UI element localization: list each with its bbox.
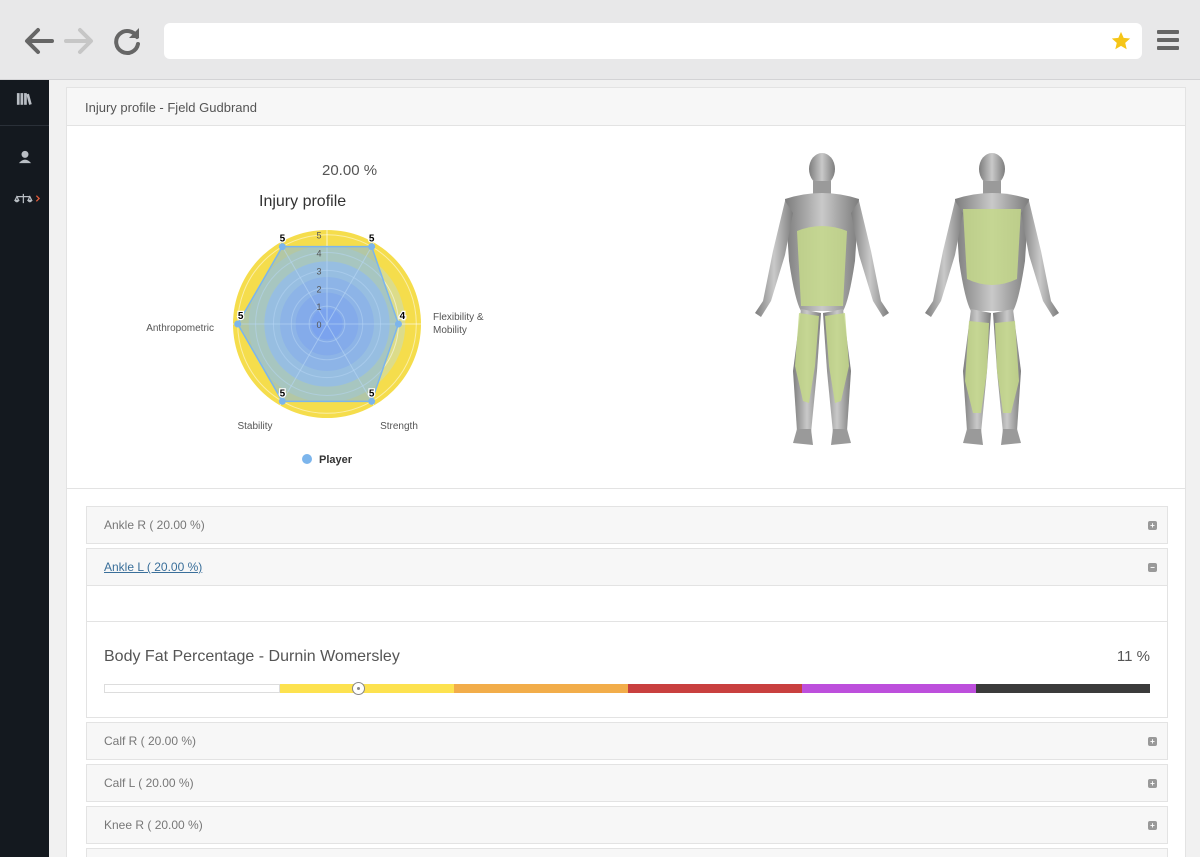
accordion-label: Knee R ( 20.00 %) (104, 818, 203, 832)
accordion-ankle-l: Ankle L ( 20.00 %) − Body Fat Percentage… (86, 548, 1168, 718)
radar-data-label: 5 (369, 234, 375, 245)
hamburger-line (1157, 46, 1179, 50)
back-body-figure (925, 153, 1059, 445)
user-icon (18, 150, 32, 164)
radar-axis-label: Endurance (381, 221, 430, 223)
injury-radar-chart: 5 5 4 5 5 5 0 1 2 3 4 5 Power Endurance Flexibility & M… (146, 221, 484, 466)
chevron-right-icon (35, 194, 41, 202)
forward-button[interactable] (60, 22, 98, 60)
accordion-calf-l: Calf L ( 20.00 %) + (86, 764, 1168, 802)
radar-axis-label: Anthropometric (146, 323, 214, 334)
radar-tick-label: 1 (316, 302, 321, 312)
injury-profile-panel: Injury profile - Fjeld Gudbrand 20.00 % … (66, 87, 1186, 857)
address-bar[interactable] (164, 23, 1142, 59)
accordion-header[interactable]: Calf L ( 20.00 %) + (87, 765, 1167, 801)
overall-percentage: 20.00 % (322, 162, 378, 179)
muscle-anatomy-illustration (755, 153, 1059, 445)
metric-row: Body Fat Percentage - Durnin Womersley 1… (87, 622, 1167, 717)
arrow-left-icon (25, 28, 54, 54)
radar-data-label: 5 (280, 388, 286, 399)
metric-name: Body Fat Percentage - Durnin Womersley (104, 648, 400, 665)
radar-tick-label: 4 (316, 249, 321, 259)
scale-segment (454, 684, 628, 693)
radar-data-label: 5 (238, 311, 244, 322)
main-content: Injury profile - Fjeld Gudbrand 20.00 % … (49, 80, 1200, 857)
browser-menu-button[interactable] (1157, 30, 1179, 50)
browser-chrome (0, 0, 1200, 80)
arrow-right-icon (64, 28, 93, 54)
metric-value: 11 % (1116, 648, 1150, 665)
library-icon (16, 92, 32, 105)
accordion-knee-r: Knee R ( 20.00 %) + (86, 806, 1168, 844)
accordion-next-item[interactable] (86, 848, 1168, 857)
scale-segment (976, 684, 1150, 693)
hamburger-line (1157, 38, 1179, 42)
radar-tick-label: 3 (316, 266, 321, 276)
accordion-body-blank-row (87, 586, 1167, 622)
radar-axis-label: Mobility (433, 325, 467, 336)
scale-segment (628, 684, 802, 693)
collapse-minus-icon[interactable]: − (1148, 563, 1157, 572)
profile-area: 20.00 % Injury profile 5 5 4 5 5 5 0 1 2 3 4 5 Power… (67, 126, 1185, 489)
accordion-ankle-r: Ankle R ( 20.00 %) + (86, 506, 1168, 544)
accordion-label-link[interactable]: Ankle L ( 20.00 %) (104, 560, 202, 574)
metric-color-scale (104, 684, 1150, 693)
front-body-figure (755, 153, 889, 445)
balance-scale-icon (14, 193, 41, 203)
radar-axis-label: Flexibility & (433, 312, 484, 323)
radar-axis-label: Stability (237, 421, 272, 432)
radar-axis-label: Strength (380, 421, 418, 432)
accordion-label: Ankle R ( 20.00 %) (104, 518, 205, 532)
sidebar-divider (0, 125, 49, 126)
expand-plus-icon[interactable]: + (1148, 521, 1157, 530)
expand-plus-icon[interactable]: + (1148, 779, 1157, 788)
back-button[interactable] (20, 22, 58, 60)
radar-tick-label: 2 (316, 284, 321, 294)
radar-tick-label: 0 (316, 320, 321, 330)
accordion-header[interactable]: Ankle L ( 20.00 %) − (87, 549, 1167, 585)
legend-label-player: Player (319, 454, 353, 466)
sidebar-library-button[interactable] (12, 87, 38, 109)
accordion-body: Body Fat Percentage - Durnin Womersley 1… (87, 585, 1167, 717)
radar-data-label: 5 (369, 388, 375, 399)
accordion-label: Calf R ( 20.00 %) (104, 734, 197, 748)
sidebar-user-button[interactable] (12, 146, 38, 168)
hamburger-icon (1157, 30, 1179, 34)
bookmark-star-icon[interactable] (1110, 30, 1132, 52)
expand-plus-icon[interactable]: + (1148, 821, 1157, 830)
sidebar-scale-button[interactable] (13, 187, 43, 209)
accordion-header[interactable]: Ankle R ( 20.00 %) + (87, 507, 1167, 543)
scale-marker (352, 682, 366, 695)
chart-title: Injury profile (259, 193, 347, 210)
scale-segment (802, 684, 976, 693)
sidebar (0, 80, 49, 857)
scale-segment (280, 684, 454, 693)
accordion-label: Calf L ( 20.00 %) (104, 776, 194, 790)
radar-tick-label: 5 (316, 231, 321, 241)
scale-segment (104, 684, 280, 693)
expand-plus-icon[interactable]: + (1148, 737, 1157, 746)
reload-button[interactable] (108, 22, 146, 60)
radar-axis-label: Power (245, 221, 274, 223)
radar-data-label: 4 (400, 311, 406, 322)
accordion-header[interactable]: Calf R ( 20.00 %) + (87, 723, 1167, 759)
accordion-header[interactable]: Knee R ( 20.00 %) + (87, 807, 1167, 843)
accordion-calf-r: Calf R ( 20.00 %) + (86, 722, 1168, 760)
legend-marker (302, 454, 312, 464)
panel-title: Injury profile - Fjeld Gudbrand (67, 88, 1185, 126)
reload-icon (114, 28, 140, 55)
radar-data-label: 5 (280, 234, 286, 245)
